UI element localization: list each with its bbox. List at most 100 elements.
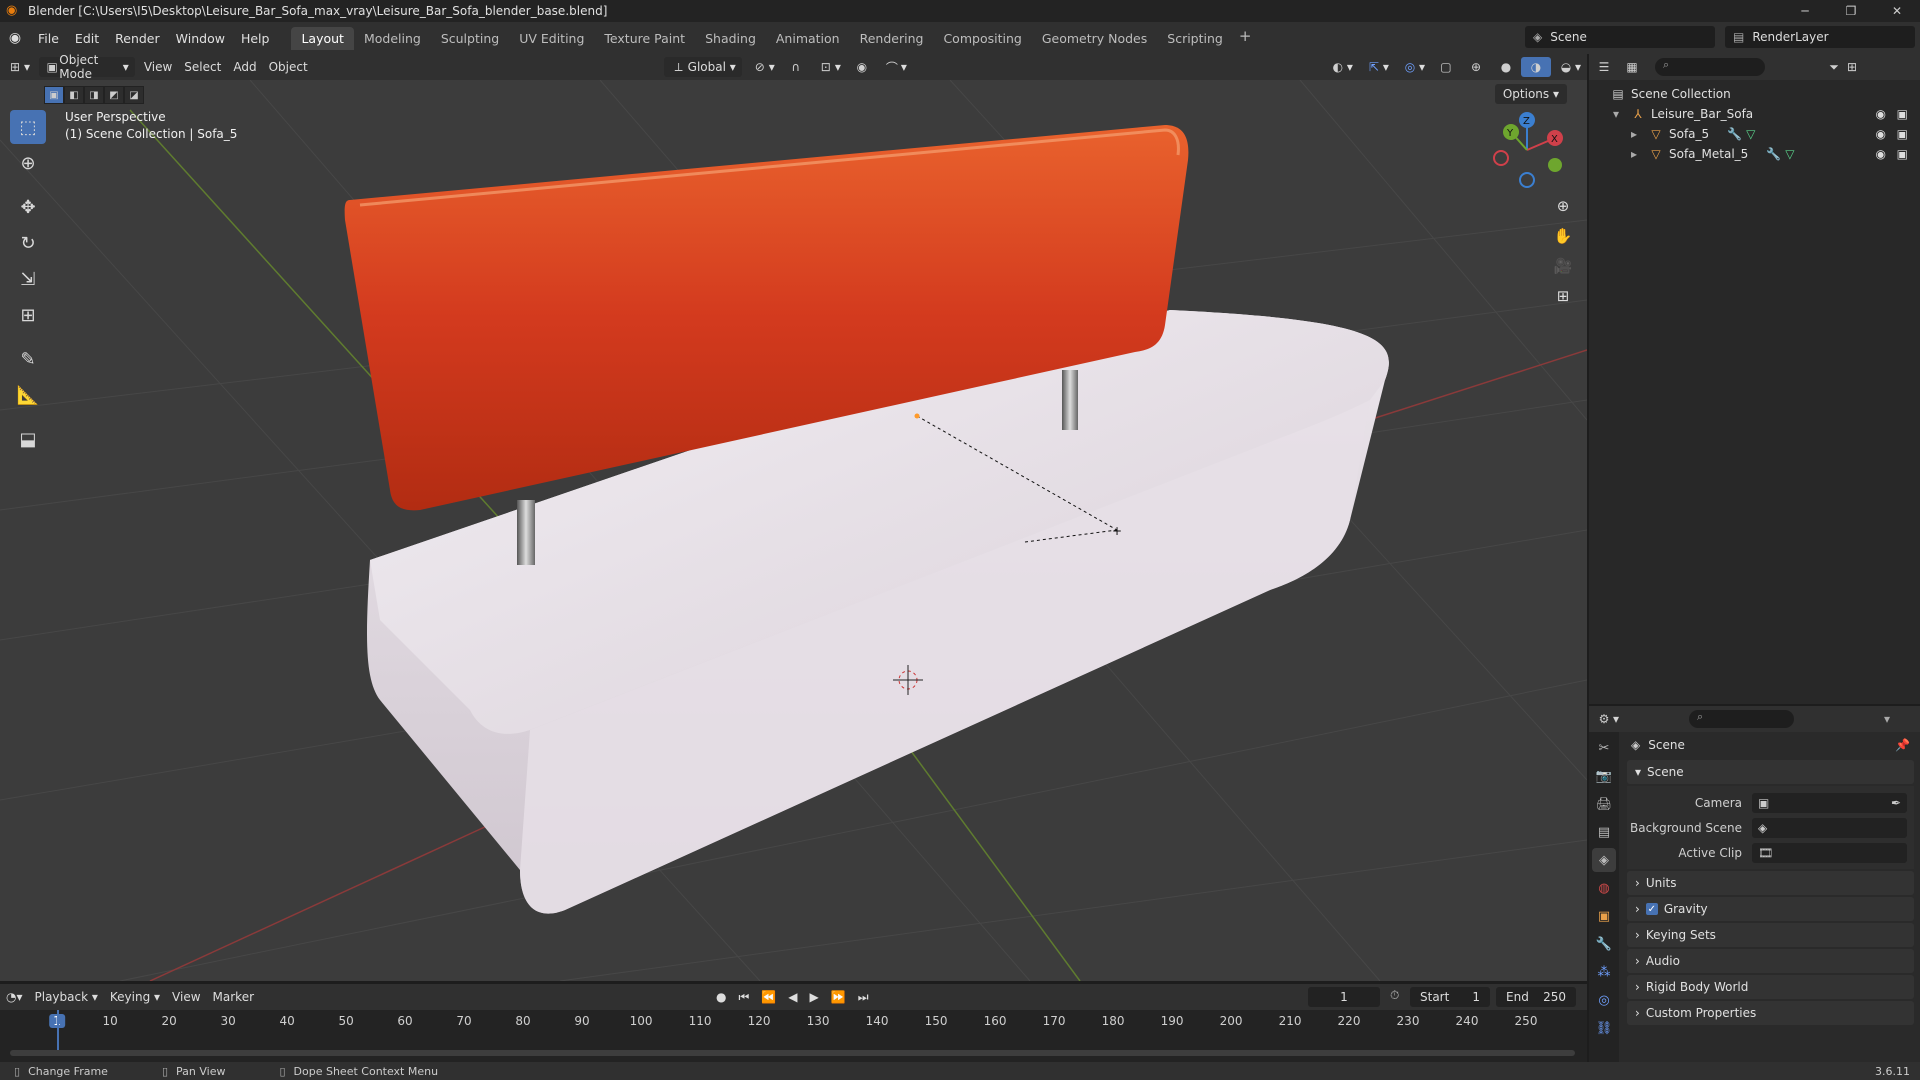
outliner-search-input[interactable]: ⌕ — [1655, 58, 1765, 76]
menu-keying[interactable]: Keying ▾ — [104, 987, 166, 1007]
blender-logo-icon[interactable]: ◉ — [0, 30, 30, 46]
shading-material[interactable]: ◑ — [1520, 57, 1551, 77]
panel-units-header[interactable]: › Units — [1627, 871, 1914, 895]
gizmo-toggle[interactable]: ⇱ ▾ — [1359, 57, 1395, 77]
camera-view-icon[interactable]: 🎥 — [1549, 252, 1577, 280]
menu-select[interactable]: Select — [178, 57, 227, 77]
mode-dropdown[interactable]: ▣ Object Mode ▾ — [39, 53, 135, 81]
visibility-dropdown[interactable]: ◐ ▾ — [1323, 57, 1359, 77]
stopwatch-icon[interactable]: ⏱ — [1390, 988, 1399, 1003]
pin-icon[interactable]: 📌 — [1895, 738, 1910, 752]
panel-scene-header[interactable]: ▾ Scene — [1627, 760, 1914, 784]
outliner-item-sofa-metal-5[interactable]: ▸ ▽ Sofa_Metal_5 🔧 ▽ ◉ ▣ — [1589, 144, 1920, 164]
select-extend-icon[interactable]: ◧ — [64, 86, 84, 104]
panel-gravity-header[interactable]: › ✓ Gravity — [1627, 897, 1914, 921]
tab-modeling[interactable]: Modeling — [354, 27, 431, 50]
scene-tab-icon[interactable]: ◈ — [1592, 848, 1616, 872]
tab-layout[interactable]: Layout — [291, 26, 354, 50]
playhead[interactable] — [57, 1010, 59, 1054]
world-tab-icon[interactable]: ◍ — [1592, 876, 1616, 900]
scene-selector[interactable]: ◈ Scene — [1525, 26, 1715, 48]
menu-view[interactable]: View — [138, 57, 178, 77]
minimize-button[interactable]: ─ — [1782, 0, 1828, 22]
select-intersect-icon[interactable]: ◪ — [124, 86, 144, 104]
modifier-wrench-icon[interactable]: 🔧 — [1727, 127, 1742, 141]
sofa-metal-leg-right[interactable] — [1062, 370, 1078, 430]
shading-solid[interactable]: ● — [1491, 57, 1521, 77]
menu-object[interactable]: Object — [263, 57, 314, 77]
select-invert-icon[interactable]: ◩ — [104, 86, 124, 104]
panel-audio-header[interactable]: › Audio — [1627, 949, 1914, 973]
menu-window[interactable]: Window — [168, 31, 233, 46]
menu-help[interactable]: Help — [233, 31, 278, 46]
ortho-grid-icon[interactable]: ⊞ — [1549, 282, 1577, 310]
camera-input[interactable]: ▣ ✒ — [1752, 792, 1907, 813]
add-cube-tool-icon[interactable]: ⬓ — [10, 422, 46, 456]
jump-end-button[interactable]: ⏭ — [852, 987, 875, 1007]
tool-tab-icon[interactable]: ✂ — [1592, 736, 1616, 760]
play-reverse-button[interactable]: ◀ — [782, 987, 803, 1007]
expand-arrow-icon[interactable]: ▸ — [1631, 147, 1647, 161]
visibility-eye-icon[interactable]: ◉ — [1876, 127, 1886, 141]
view-layer-selector[interactable]: ▤ RenderLayer — [1725, 26, 1915, 48]
annotate-tool-icon[interactable]: ✎ — [10, 342, 46, 376]
chevron-down-icon[interactable]: ▾ — [1884, 712, 1890, 726]
maximize-button[interactable]: ❐ — [1828, 0, 1874, 22]
view-layer-tab-icon[interactable]: ▤ — [1592, 820, 1616, 844]
prev-keyframe-button[interactable]: ⏪ — [755, 987, 782, 1007]
start-frame-field[interactable]: Start 1 — [1410, 987, 1490, 1007]
physics-tab-icon[interactable]: ◎ — [1592, 988, 1616, 1012]
timeline[interactable]: 1102030405060708090100110120130140150160… — [0, 1010, 1587, 1062]
next-keyframe-button[interactable]: ⏩ — [825, 987, 852, 1007]
display-mode-icon[interactable]: ▦ — [1623, 58, 1641, 76]
render-camera-icon[interactable]: ▣ — [1897, 147, 1908, 161]
gravity-checkbox[interactable]: ✓ — [1645, 903, 1658, 915]
panel-rigid-body-world-header[interactable]: › Rigid Body World — [1627, 975, 1914, 999]
record-button[interactable]: ● — [710, 987, 732, 1007]
menu-render[interactable]: Render — [107, 31, 168, 46]
sofa-metal-leg-left[interactable] — [517, 500, 535, 565]
xray-toggle[interactable]: ▢ — [1431, 57, 1461, 77]
modifier-tab-icon[interactable]: 🔧 — [1592, 932, 1616, 956]
visibility-eye-icon[interactable]: ◉ — [1876, 107, 1886, 121]
proportional-edit-toggle[interactable]: ◉ — [847, 57, 877, 77]
menu-edit[interactable]: Edit — [67, 31, 107, 46]
background-scene-input[interactable]: ◈ — [1752, 817, 1907, 838]
close-button[interactable]: ✕ — [1874, 0, 1920, 22]
mesh-data-icon[interactable]: ▽ — [1785, 147, 1794, 161]
tab-compositing[interactable]: Compositing — [933, 27, 1031, 50]
select-box-tool-icon[interactable]: ⬚ — [10, 110, 46, 144]
eyedropper-icon[interactable]: ✒ — [1891, 796, 1901, 810]
object-tab-icon[interactable]: ▣ — [1592, 904, 1616, 928]
modifier-wrench-icon[interactable]: 🔧 — [1766, 147, 1781, 161]
filter-icon[interactable]: ⏷ — [1825, 58, 1843, 76]
properties-search-input[interactable]: ⌕ — [1689, 710, 1795, 728]
measure-tool-icon[interactable]: 📐 — [10, 378, 46, 412]
tab-geometry-nodes[interactable]: Geometry Nodes — [1032, 27, 1157, 50]
play-button[interactable]: ▶ — [804, 987, 825, 1007]
render-camera-icon[interactable]: ▣ — [1897, 127, 1908, 141]
pan-hand-icon[interactable]: ✋ — [1549, 222, 1577, 250]
menu-marker[interactable]: Marker — [207, 987, 260, 1007]
overlays-toggle[interactable]: ◎ ▾ — [1395, 57, 1431, 77]
zoom-icon[interactable]: ⊕ — [1549, 192, 1577, 220]
menu-add[interactable]: Add — [227, 57, 262, 77]
outliner-editor-icon[interactable]: ☰ — [1595, 58, 1613, 76]
outliner-item-sofa-5[interactable]: ▸ ▽ Sofa_5 🔧 ▽ ◉ ▣ — [1589, 124, 1920, 144]
outliner-scene-collection[interactable]: ▤ Scene Collection — [1589, 84, 1920, 104]
pivot-dropdown[interactable]: ⊘ ▾ — [745, 57, 781, 77]
tab-sculpting[interactable]: Sculpting — [431, 27, 509, 50]
snap-target-dropdown[interactable]: ⊡ ▾ — [811, 57, 847, 77]
timeline-editor-icon[interactable]: ◔▾ — [0, 987, 29, 1007]
snap-toggle[interactable]: ∩ — [781, 57, 811, 77]
constraints-tab-icon[interactable]: ⛓ — [1592, 1016, 1616, 1040]
tab-uv-editing[interactable]: UV Editing — [509, 27, 594, 50]
options-dropdown[interactable]: Options ▾ — [1494, 84, 1567, 104]
jump-start-button[interactable]: ⏮ — [733, 987, 756, 1007]
orientation-dropdown[interactable]: ⟂ Global ▾ — [663, 57, 742, 77]
falloff-dropdown[interactable]: ⌒ ▾ — [877, 57, 913, 77]
editor-type-button[interactable]: ⊞ ▾ — [0, 57, 36, 77]
particles-tab-icon[interactable]: ⁂ — [1592, 960, 1616, 984]
render-camera-icon[interactable]: ▣ — [1897, 107, 1908, 121]
cursor-tool-icon[interactable]: ⊕ — [10, 146, 46, 180]
